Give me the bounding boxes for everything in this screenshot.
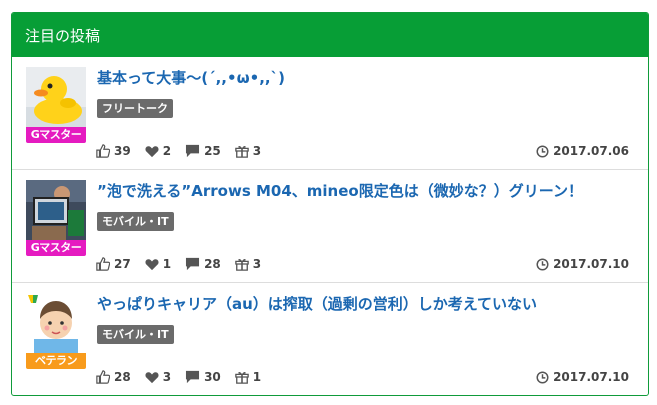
post-date: 2017.07.10: [536, 370, 629, 384]
comment-icon: [186, 144, 200, 158]
thumbs-up-icon: [96, 144, 110, 158]
panel-title: 注目の投稿: [25, 26, 101, 45]
like-count: 28: [96, 370, 131, 384]
avatar[interactable]: Gマスター: [26, 180, 86, 260]
thumbs-up-icon: [96, 257, 110, 271]
post-stats: 28 3 30 1: [96, 370, 275, 384]
category-tag[interactable]: モバイル・IT: [97, 325, 174, 344]
avatar[interactable]: ベテラン: [26, 293, 86, 373]
gift-count: 1: [234, 370, 261, 384]
clock-icon: [536, 257, 549, 271]
category-tag[interactable]: フリートーク: [97, 99, 173, 118]
user-rank-badge: Gマスター: [26, 240, 86, 256]
like-count: 39: [96, 144, 131, 158]
post-title-link[interactable]: 基本って大事〜(´,,•ω•,,`): [97, 67, 285, 88]
comment-count: 25: [185, 144, 221, 158]
post-date: 2017.07.10: [536, 257, 629, 271]
gift-icon: [234, 145, 249, 158]
panel-header: 注目の投稿: [12, 13, 648, 57]
comment-count: 30: [185, 370, 221, 384]
post-stats: 39 2 25 3: [96, 144, 275, 158]
post-item: Gマスター ”泡で洗える”Arrows M04、mineo限定色は（微妙な？）グ…: [12, 170, 648, 283]
rubber-duck-avatar-icon: [26, 67, 86, 127]
clock-icon: [536, 144, 549, 158]
comment-icon: [186, 370, 200, 384]
heart-icon: [145, 258, 159, 270]
like-count: 27: [96, 257, 131, 271]
post-item: Gマスター 基本って大事〜(´,,•ω•,,`) フリートーク 39 2 25 …: [12, 57, 648, 170]
avatar[interactable]: Gマスター: [26, 67, 86, 147]
user-rank-badge: Gマスター: [26, 127, 86, 143]
category-tag[interactable]: モバイル・IT: [97, 212, 174, 231]
post-title-link[interactable]: ”泡で洗える”Arrows M04、mineo限定色は（微妙な？）グリーン！: [97, 180, 583, 201]
featured-posts-panel: 注目の投稿 Gマスター 基本って大事〜(´,,•ω•,,`) フリートーク 39: [11, 12, 649, 396]
clock-icon: [536, 370, 549, 384]
cartoon-man-avatar-icon: [26, 293, 86, 353]
gift-count: 3: [234, 257, 261, 271]
photo-avatar-icon: [26, 180, 86, 240]
comment-count: 28: [185, 257, 221, 271]
heart-count: 2: [145, 144, 171, 158]
post-item: ベテラン やっぱりキャリア（au）は搾取（過剰の営利）しか考えていない モバイル…: [12, 283, 648, 395]
user-rank-badge: ベテラン: [26, 353, 86, 369]
post-stats: 27 1 28 3: [96, 257, 275, 271]
gift-count: 3: [234, 144, 261, 158]
heart-count: 1: [145, 257, 171, 271]
comment-icon: [186, 257, 200, 271]
heart-icon: [145, 371, 159, 383]
thumbs-up-icon: [96, 370, 110, 384]
heart-count: 3: [145, 370, 171, 384]
heart-icon: [145, 145, 159, 157]
post-title-link[interactable]: やっぱりキャリア（au）は搾取（過剰の営利）しか考えていない: [97, 293, 537, 314]
post-date: 2017.07.06: [536, 144, 629, 158]
gift-icon: [234, 258, 249, 271]
gift-icon: [234, 371, 249, 384]
